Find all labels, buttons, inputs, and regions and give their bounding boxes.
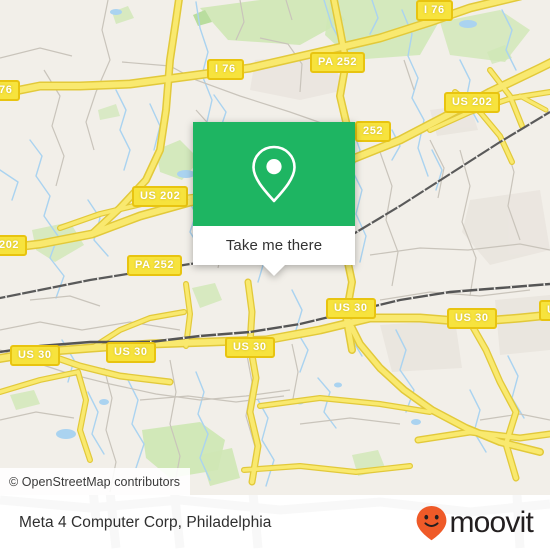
moovit-wordmark: moovit [449,505,533,539]
moovit-smiley-pin-icon [417,505,447,540]
place-popup-card[interactable]: Take me there [193,122,355,276]
shield-us-30-lower-left: US 30 [106,342,156,363]
shield-i-76-left-edge: 76 [0,80,21,101]
popup-action-bar[interactable]: Take me there [193,226,355,276]
shield-pa-252-clipped: 252 [355,121,392,142]
moovit-logo[interactable]: moovit [415,505,534,541]
popup-photo-placeholder [193,122,355,226]
footer-bar: Meta 4 Computer Corp, Philadelphia moovi… [0,495,550,550]
shield-pa-252-top: PA 252 [310,52,366,73]
place-title: Meta 4 Computer Corp, Philadelphia [19,513,272,531]
shield-us-30-right: US 30 [447,308,497,329]
popup-pointer-tail [263,265,285,276]
shield-us-202-top-right: US 202 [444,92,501,113]
moovit-map-screenshot: I 76 I 76 76 PA 252 US 202 252 US 202 202 PA 252… [0,0,550,550]
map-pin-icon [252,145,296,203]
shield-us-202-left-edge: 202 [0,235,28,256]
shield-us-30-right-edge: US 30 [539,300,550,321]
map-canvas[interactable]: I 76 I 76 76 PA 252 US 202 252 US 202 202 PA 252… [0,0,550,495]
take-me-there-label: Take me there [225,237,323,254]
shield-us-30-far-left: US 30 [10,345,60,366]
shield-i-76-top: I 76 [416,0,453,21]
shield-pa-252-mid: PA 252 [127,255,183,276]
shield-us-30-center: US 30 [326,298,376,319]
osm-attribution[interactable]: © OpenStreetMap contributors [0,468,191,495]
shield-us-30-lower-center: US 30 [225,337,275,358]
shield-us-202-mid: US 202 [132,186,189,207]
shield-i-76-mid: I 76 [207,59,244,80]
